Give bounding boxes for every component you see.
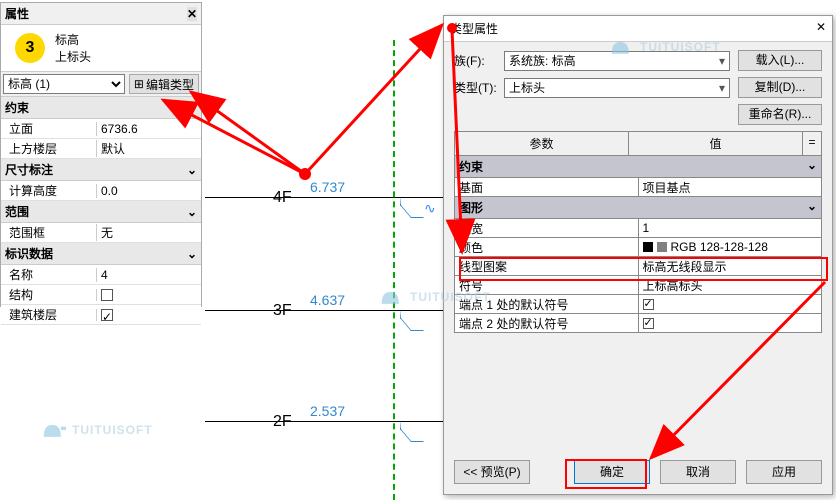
type-sub: 上标头 [55, 48, 91, 65]
param-row[interactable]: 线宽1 [454, 219, 822, 238]
value-col: 值 [629, 132, 803, 155]
prop-row[interactable]: 上方楼层默认 [1, 139, 201, 159]
param-row[interactable]: 线型图案标高无线段显示 [454, 257, 822, 276]
level-line[interactable]: 4.6373F [205, 310, 445, 311]
watermark: TUITUISOFT [378, 285, 491, 309]
step-badge: 3 [15, 33, 45, 63]
param-header: 参数 值 = [454, 131, 822, 156]
param-group[interactable]: 约束⌄ [454, 156, 822, 178]
close-icon[interactable]: ✕ [187, 7, 197, 21]
param-row[interactable]: 基面项目基点 [454, 178, 822, 197]
prop-group[interactable]: 标识数据⌄ [1, 243, 201, 265]
prop-row[interactable]: 计算高度0.0 [1, 181, 201, 201]
param-row[interactable]: 端点 1 处的默认符号 [454, 295, 822, 314]
properties-grid: 约束⌄立面6736.6上方楼层默认尺寸标注⌄计算高度0.0范围⌄范围框无标识数据… [1, 96, 201, 325]
level-line[interactable]: 2.5372F [205, 421, 445, 422]
viewport[interactable]: 6.7374F 4.6373F 2.5372F [205, 0, 445, 500]
instance-selector[interactable]: 标高 (1) [3, 74, 125, 94]
grid-line [393, 40, 395, 500]
duplicate-button[interactable]: 复制(D)... [738, 77, 822, 98]
param-row[interactable]: 颜色 RGB 128-128-128 [454, 238, 822, 257]
prop-row[interactable]: 建筑楼层✓ [1, 305, 201, 325]
watermark: TUITUISOFT [608, 35, 721, 59]
prop-row[interactable]: 范围框无 [1, 223, 201, 243]
prop-row[interactable]: 名称4 [1, 265, 201, 285]
param-group[interactable]: 图形⌄ [454, 197, 822, 219]
ok-button[interactable]: 确定 [574, 460, 650, 484]
level-line[interactable]: 6.7374F [205, 197, 445, 198]
param-row[interactable]: 端点 2 处的默认符号 [454, 314, 822, 333]
eq-col: = [803, 132, 821, 155]
cancel-button[interactable]: 取消 [660, 460, 736, 484]
type-main: 标高 [55, 31, 91, 48]
watermark: TUITUISOFT [40, 418, 153, 442]
apply-button[interactable]: 应用 [746, 460, 822, 484]
prop-group[interactable]: 约束⌄ [1, 97, 201, 119]
properties-title: 属性 [5, 5, 29, 22]
type-label: 类型(T): [454, 79, 504, 96]
type-properties-dialog: 类型属性 ✕ 族(F): 系统族: 标高 载入(L)... 类型(T): 上标头… [443, 15, 833, 495]
properties-panel: 属性 ✕ 3 标高 上标头 标高 (1) 编辑类型 约束⌄立面6736.6上方楼… [0, 2, 202, 307]
prop-group[interactable]: 尺寸标注⌄ [1, 159, 201, 181]
dialog-close-icon[interactable]: ✕ [816, 20, 826, 37]
param-col: 参数 [455, 132, 629, 155]
type-select[interactable]: 上标头 [504, 78, 730, 98]
rename-button[interactable]: 重命名(R)... [738, 104, 822, 125]
properties-header: 属性 ✕ [1, 3, 201, 25]
param-row[interactable]: 符号上标高标头 [454, 276, 822, 295]
preview-button[interactable]: << 预览(P) [454, 460, 530, 484]
family-label: 族(F): [454, 52, 504, 69]
prop-row[interactable]: 立面6736.6 [1, 119, 201, 139]
type-selector[interactable]: 3 标高 上标头 [1, 25, 201, 72]
load-button[interactable]: 载入(L)... [738, 50, 822, 71]
edit-type-button[interactable]: 编辑类型 [129, 74, 199, 94]
prop-group[interactable]: 范围⌄ [1, 201, 201, 223]
prop-row[interactable]: 结构 [1, 285, 201, 305]
dialog-title: 类型属性 [450, 20, 498, 37]
break-icon: ∿ [424, 200, 436, 217]
